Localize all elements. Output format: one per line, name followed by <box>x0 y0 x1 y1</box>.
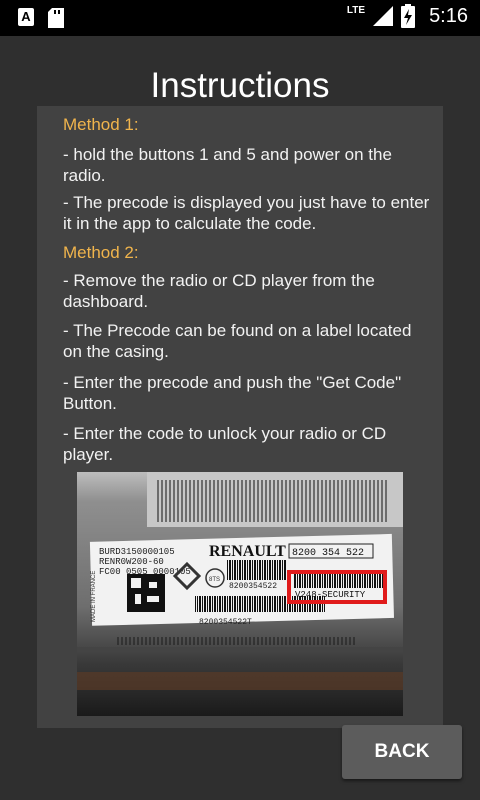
label-side-code: 8200354522 <box>229 582 277 591</box>
instruction-step: - The Precode can be found on a label lo… <box>63 321 412 361</box>
status-bar: A LTE 5:16 <box>0 0 480 36</box>
network-type-label: LTE <box>346 4 366 16</box>
instructions-panel: Method 1: - hold the buttons 1 and 5 and… <box>37 106 443 728</box>
instruction-step: - Remove the radio or CD player from the… <box>63 271 375 311</box>
label-side-text: MADE IN FRANCE <box>91 571 97 622</box>
signal-icon <box>373 6 394 26</box>
instruction-step: - The precode is displayed you just have… <box>63 193 430 233</box>
notification-font-icon: A <box>18 8 34 26</box>
instruction-step: - Enter the precode and push the "Get Co… <box>63 373 402 413</box>
clock: 5:16 <box>429 4 468 27</box>
method1-heading: Method 1: <box>63 115 139 134</box>
instruction-step: - hold the buttons 1 and 5 and power on … <box>63 145 392 185</box>
label-line2: RENR0W200-60 <box>99 557 164 567</box>
label-barcode-caption: 8200354522T <box>199 618 252 627</box>
page-title: Instructions <box>150 66 330 105</box>
instruction-step: - Enter the code to unlock your radio or… <box>63 424 387 464</box>
label-part-number: 8200 354 522 <box>292 548 364 559</box>
label-tag: 8TS <box>209 577 220 583</box>
label-brand: RENAULT <box>209 543 286 560</box>
label-precode: V248-SECURITY <box>295 590 366 600</box>
label-line1: BURD3150000105 <box>99 547 175 557</box>
back-button[interactable]: BACK <box>342 725 462 779</box>
sd-card-icon <box>48 8 64 28</box>
method2-heading: Method 2: <box>63 243 139 262</box>
battery-charging-icon <box>401 4 416 28</box>
radio-label-photo: BURD3150000105 RENR0W200-60 FC00 0505 00… <box>77 472 403 716</box>
